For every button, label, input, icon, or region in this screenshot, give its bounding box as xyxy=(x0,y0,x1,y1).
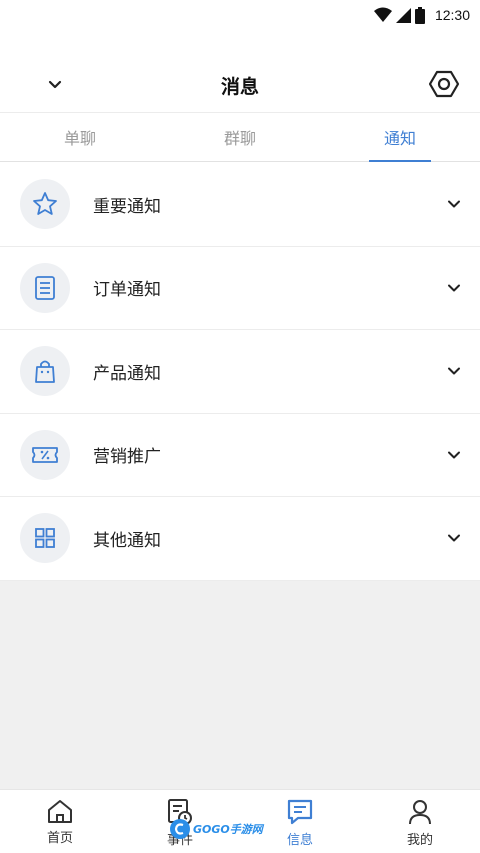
star-icon xyxy=(33,192,57,216)
collapse-button[interactable] xyxy=(42,72,68,98)
notification-category-order[interactable]: 订单通知 xyxy=(0,247,480,330)
chevron-down-icon xyxy=(448,451,460,459)
watermark-text: GOGO手游网 xyxy=(193,823,263,836)
document-list-icon xyxy=(35,275,55,300)
nav-label: 我的 xyxy=(406,833,433,848)
category-label: 营销推广 xyxy=(93,447,161,468)
chevron-down-icon xyxy=(448,284,460,292)
gear-icon xyxy=(429,70,459,98)
chevron-down-icon xyxy=(48,80,62,89)
user-icon xyxy=(409,800,431,825)
signal-icon xyxy=(395,7,411,23)
tab-single-chat[interactable]: 单聊 xyxy=(0,113,160,161)
status-bar: 12:30 xyxy=(0,0,480,30)
message-icon xyxy=(287,799,313,825)
watermark-logo-icon xyxy=(170,819,190,839)
category-label: 重要通知 xyxy=(93,196,161,217)
coupon-percent-icon xyxy=(32,446,58,463)
icon-badge xyxy=(20,262,70,313)
settings-button[interactable] xyxy=(428,68,460,100)
tab-group-chat[interactable]: 群聊 xyxy=(160,113,320,161)
notification-category-marketing[interactable]: 营销推广 xyxy=(0,414,480,497)
nav-label: 首页 xyxy=(46,831,73,846)
category-label: 其他通知 xyxy=(93,530,161,551)
notification-category-product[interactable]: 产品通知 xyxy=(0,330,480,414)
icon-badge xyxy=(20,513,70,564)
battery-icon xyxy=(414,6,425,24)
notification-list: 重要通知 订单通知 产品通知 营销推广 其他通知 xyxy=(0,163,480,581)
shopping-bag-icon xyxy=(35,360,55,384)
icon-badge xyxy=(20,346,70,397)
empty-area xyxy=(0,581,480,789)
nav-label: 信息 xyxy=(286,833,313,848)
icon-badge xyxy=(20,179,70,230)
wifi-icon xyxy=(373,7,392,22)
notification-category-other[interactable]: 其他通知 xyxy=(0,497,480,581)
chevron-down-icon xyxy=(448,534,460,542)
message-tabs: 单聊 群聊 通知 xyxy=(0,112,480,162)
nav-profile[interactable]: 我的 xyxy=(360,790,480,853)
icon-badge xyxy=(20,429,70,480)
notification-category-important[interactable]: 重要通知 xyxy=(0,163,480,247)
grid-icon xyxy=(35,528,55,549)
category-label: 订单通知 xyxy=(93,280,161,301)
chevron-down-icon xyxy=(448,367,460,375)
header: 消息 xyxy=(0,58,480,112)
home-icon xyxy=(48,800,72,823)
tab-notifications[interactable]: 通知 xyxy=(320,113,480,162)
page-title: 消息 xyxy=(220,75,259,98)
chevron-down-icon xyxy=(448,200,460,208)
status-time: 12:30 xyxy=(434,7,470,23)
watermark: GOGO手游网 xyxy=(170,818,263,840)
nav-home[interactable]: 首页 xyxy=(0,790,120,853)
category-label: 产品通知 xyxy=(93,363,161,384)
